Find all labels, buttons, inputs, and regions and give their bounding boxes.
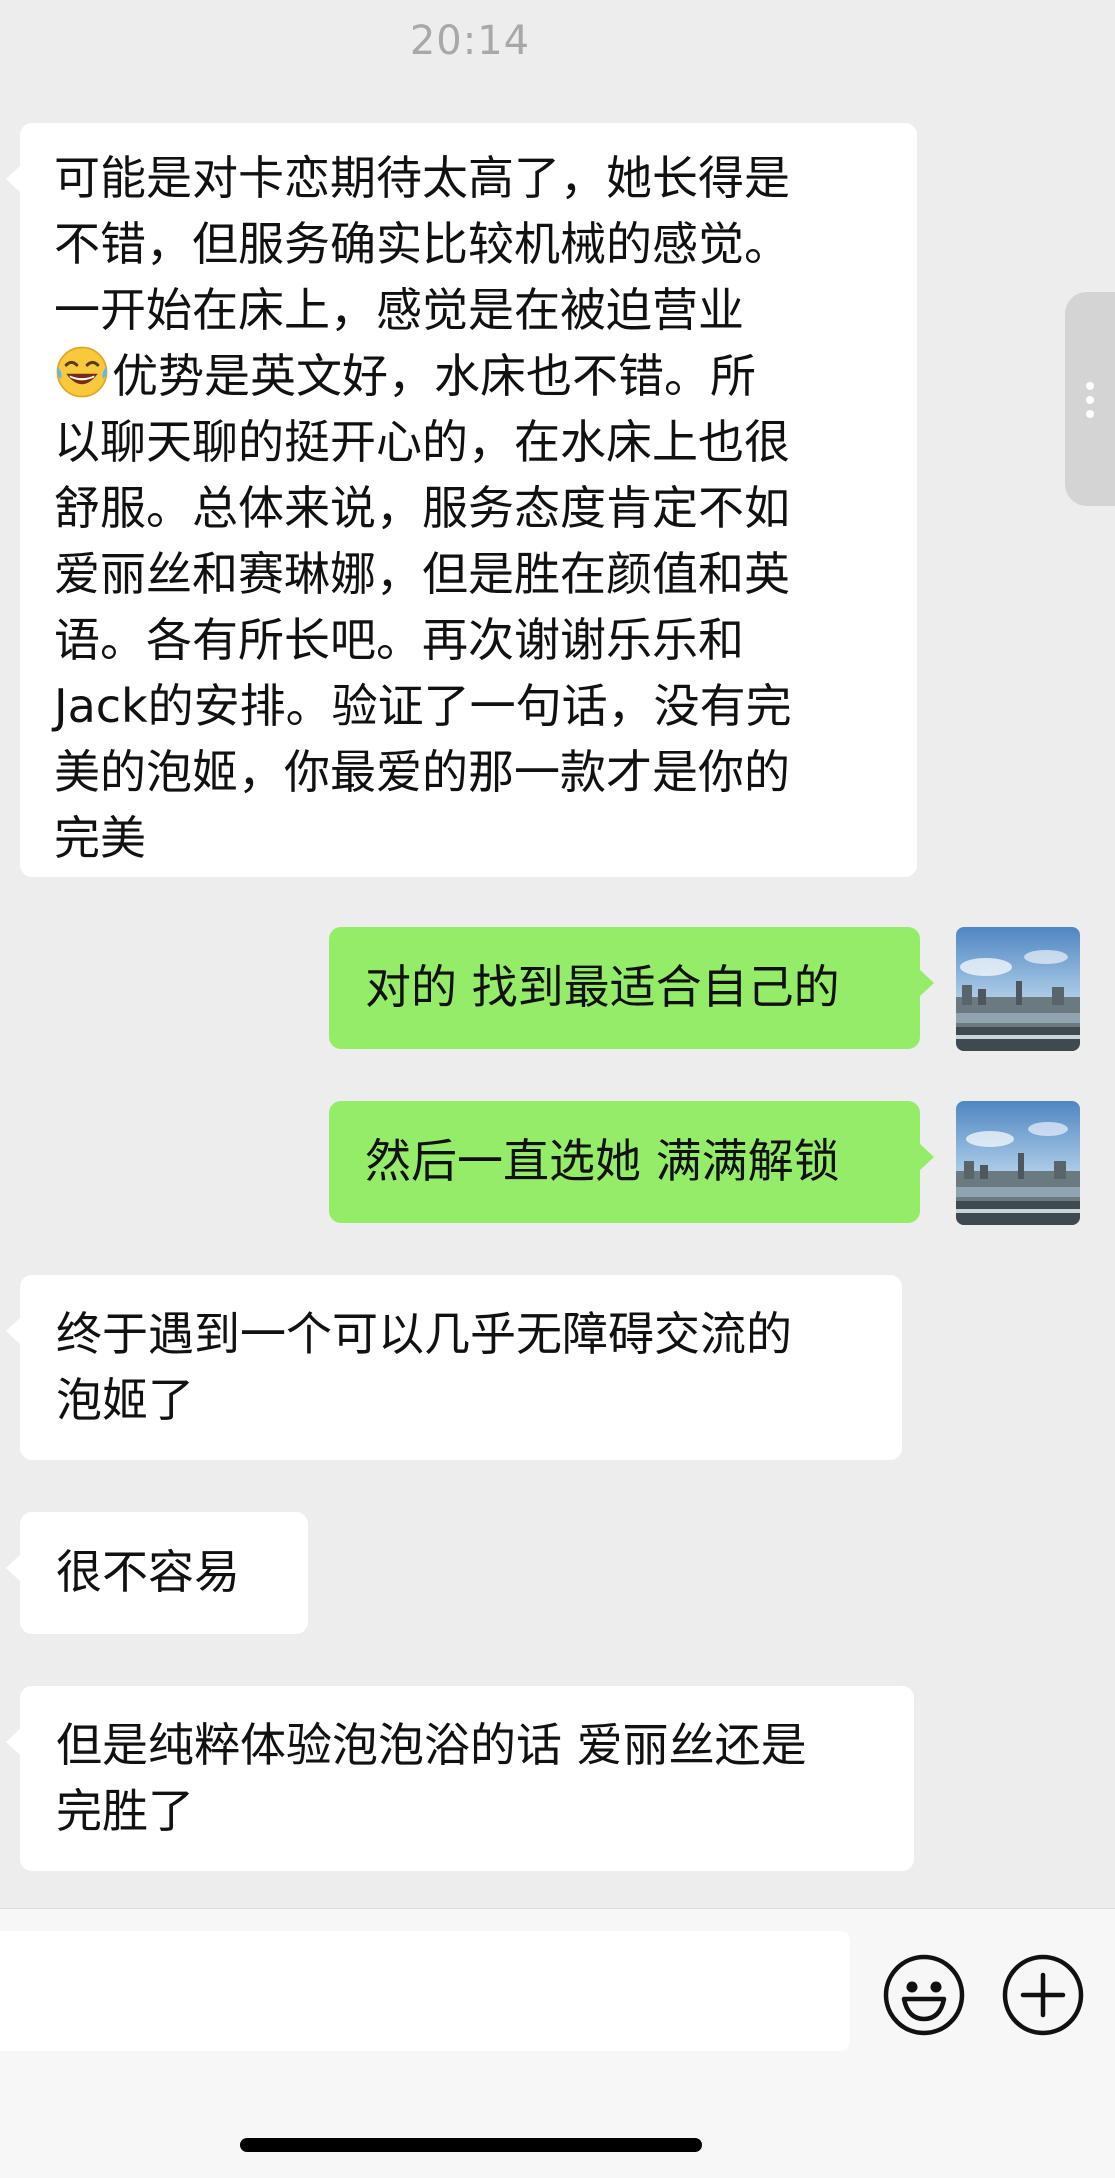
message-text: 然后一直选她 满满解锁 bbox=[365, 1134, 840, 1188]
message-line: 美的泡姬，你最爱的那一款才是你的 bbox=[54, 745, 790, 799]
message-line: Jack的安排。验证了一句话，没有完 bbox=[54, 679, 792, 733]
side-panel-handle[interactable] bbox=[1065, 292, 1115, 506]
message-bubble-incoming[interactable]: 终于遇到一个可以几乎无障碍交流的 泡姬了 bbox=[6, 1275, 902, 1460]
message-input[interactable] bbox=[0, 1931, 850, 2051]
message-line: 完胜了 bbox=[56, 1784, 194, 1838]
message-line: 优势是英文好，水床也不错。所 bbox=[54, 343, 883, 409]
chat-screen: 20:14 可能是对卡恋期待太高了，她长得是 不错，但服务确实比较机械的感觉。 … bbox=[0, 0, 1115, 2178]
city-skyline-photo-icon bbox=[956, 1101, 1080, 1225]
message-line: 但是纯粹体验泡泡浴的话 爱丽丝还是 bbox=[56, 1718, 807, 1772]
message-timestamp: 20:14 bbox=[409, 18, 531, 64]
message-line: 泡姬了 bbox=[56, 1373, 194, 1427]
message-line: 以聊天聊的挺开心的，在水床上也很 bbox=[54, 415, 790, 469]
laughing-tears-emoji-icon bbox=[56, 346, 108, 398]
input-bar bbox=[0, 1908, 1115, 2178]
city-skyline-photo-icon bbox=[956, 927, 1080, 1051]
handle-dot bbox=[1086, 382, 1094, 390]
message-bubble-outgoing[interactable]: 对的 找到最适合自己的 bbox=[329, 927, 934, 1049]
message-line: 可能是对卡恋期待太高了，她长得是 bbox=[54, 151, 790, 205]
handle-dot bbox=[1086, 396, 1094, 404]
message-bubble-incoming[interactable]: 很不容易 bbox=[6, 1512, 308, 1634]
avatar[interactable] bbox=[956, 1101, 1080, 1225]
plus-circle-icon[interactable] bbox=[1001, 1953, 1085, 2037]
message-bubble-incoming[interactable]: 可能是对卡恋期待太高了，她长得是 不错，但服务确实比较机械的感觉。 一开始在床上… bbox=[6, 123, 917, 877]
smiley-face-icon[interactable] bbox=[882, 1953, 966, 2037]
message-bubble-outgoing[interactable]: 然后一直选她 满满解锁 bbox=[329, 1101, 934, 1223]
message-line: 终于遇到一个可以几乎无障碍交流的 bbox=[56, 1307, 792, 1361]
message-line: 一开始在床上，感觉是在被迫营业 bbox=[54, 283, 744, 337]
message-line: 完美 bbox=[54, 811, 146, 865]
message-line: 不错，但服务确实比较机械的感觉。 bbox=[54, 217, 790, 271]
message-bubble-incoming[interactable]: 但是纯粹体验泡泡浴的话 爱丽丝还是 完胜了 bbox=[6, 1686, 914, 1871]
avatar[interactable] bbox=[956, 927, 1080, 1051]
home-indicator bbox=[240, 2138, 702, 2152]
message-line: 爱丽丝和赛琳娜，但是胜在颜值和英 bbox=[54, 547, 790, 601]
message-text: 对的 找到最适合自己的 bbox=[365, 960, 840, 1014]
message-text: 很不容易 bbox=[56, 1545, 240, 1599]
message-line-text: 优势是英文好，水床也不错。所 bbox=[112, 349, 756, 403]
message-line: 语。各有所长吧。再次谢谢乐乐和 bbox=[54, 613, 744, 667]
message-line: 舒服。总体来说，服务态度肯定不如 bbox=[54, 481, 790, 535]
handle-dot bbox=[1086, 410, 1094, 418]
